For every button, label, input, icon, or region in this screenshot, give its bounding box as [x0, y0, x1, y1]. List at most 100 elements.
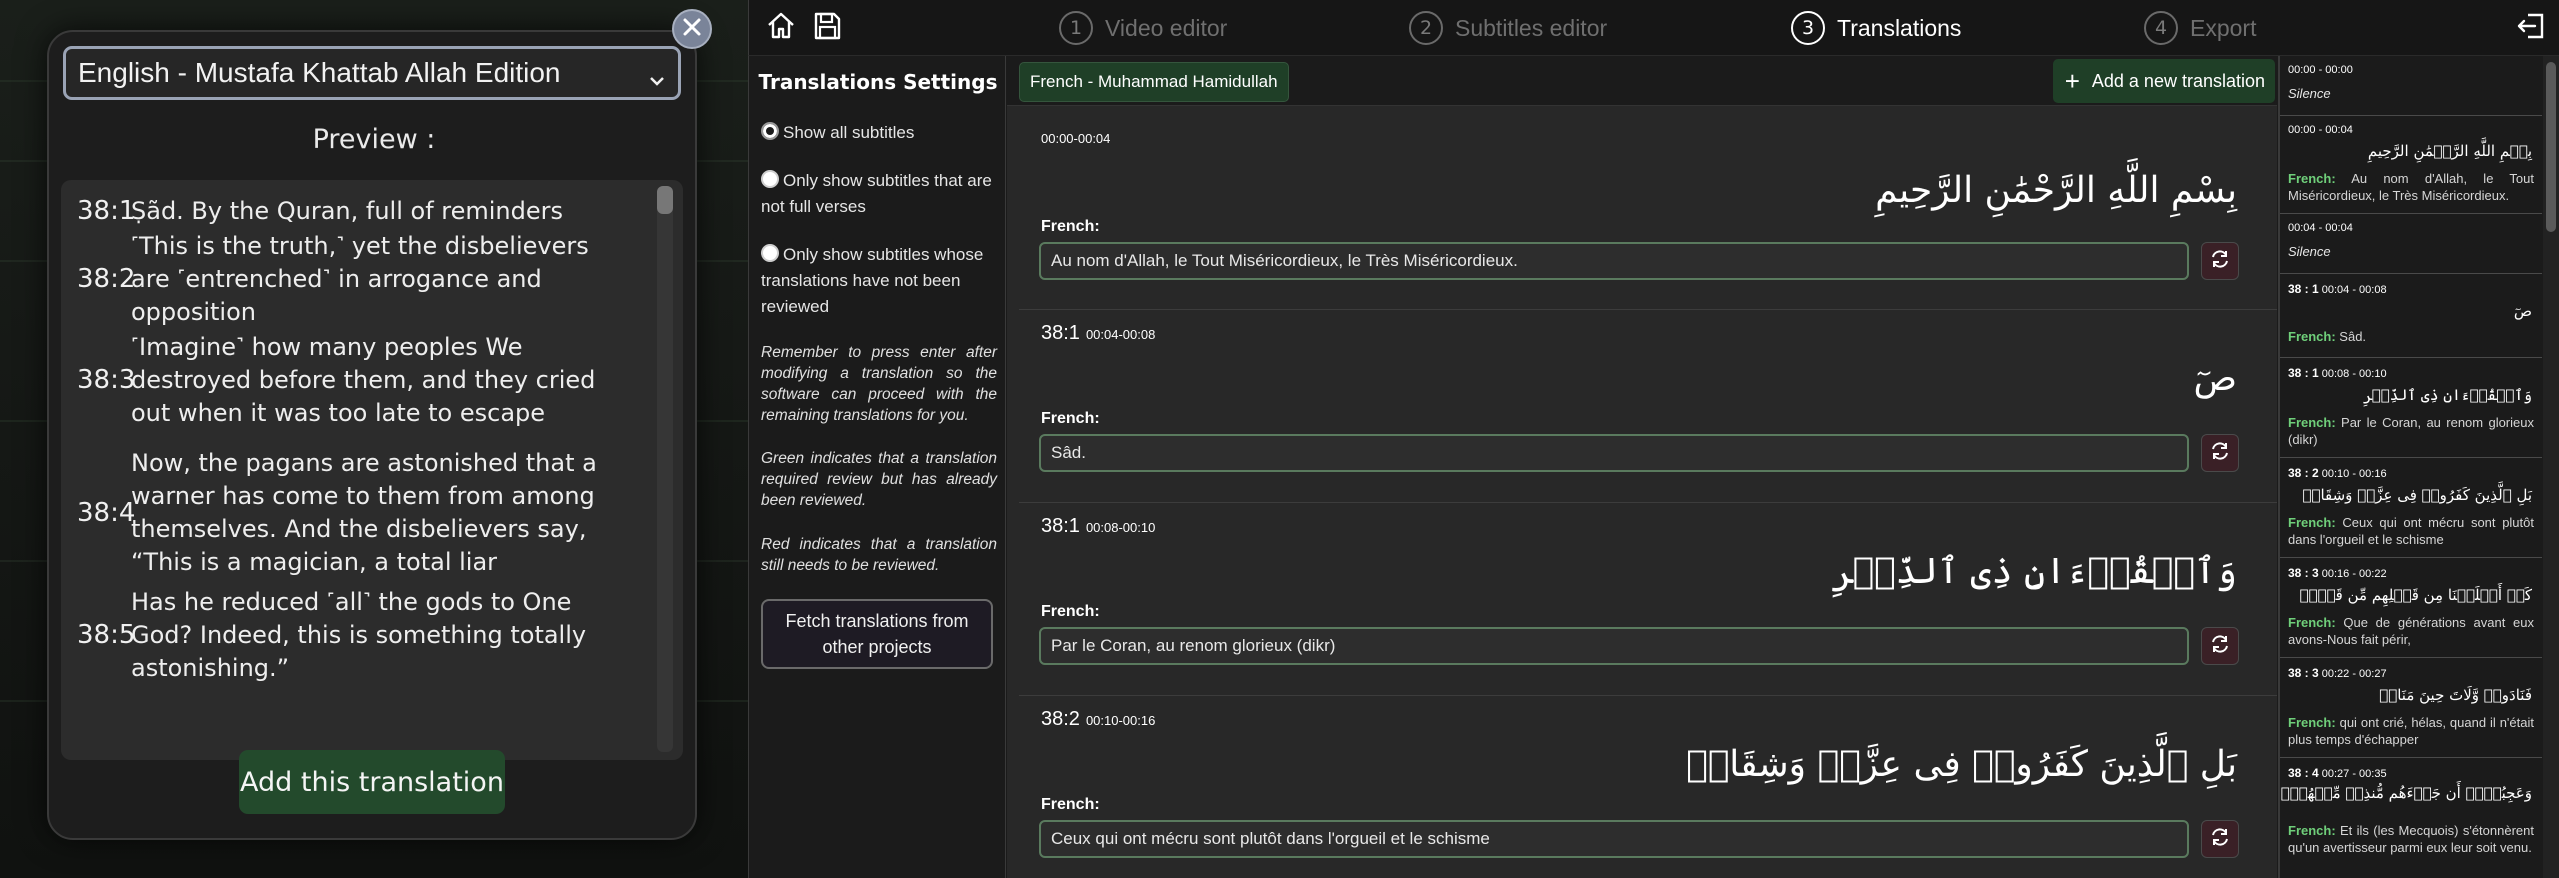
- arabic-text: بِسْمِ اللَّهِ الرَّحْمَٰنِ الرَّحِيمِ: [1875, 170, 2237, 211]
- list-item-silence: Silence: [2288, 86, 2331, 101]
- exit-icon: [2515, 10, 2547, 46]
- translation-tab-bar: French - Muhammad Hamidullah + Add a new…: [1007, 56, 2277, 106]
- refresh-icon: [2209, 248, 2231, 274]
- reset-translation-button[interactable]: [2201, 627, 2239, 665]
- preview-ref: 38:5: [77, 620, 136, 650]
- step-subtitles-editor[interactable]: 2 Subtitles editor: [1409, 8, 1607, 48]
- preview-text: Has he reduced ˹all˺ the gods to One God…: [131, 587, 587, 682]
- list-item-translation: French: Par le Coran, au renom glorieux …: [2288, 415, 2534, 447]
- translation-input[interactable]: Par le Coran, au renom glorieux (dikr): [1039, 627, 2189, 665]
- radio-icon[interactable]: [761, 170, 779, 188]
- reset-translation-button[interactable]: [2201, 820, 2239, 858]
- french-label: French:: [1041, 603, 1100, 620]
- reset-translation-button[interactable]: [2201, 242, 2239, 280]
- list-item[interactable]: 38 : 1 00:04 - 00:08 صٓ French: Sâd.: [2280, 274, 2542, 358]
- arabic-text: وَٱلۡقُرۡءَانِ ذِی ٱلذِّكۡرِ: [1831, 551, 2237, 592]
- home-icon: [765, 10, 797, 46]
- card-header: 38:2 00:10-00:16: [1041, 708, 1155, 731]
- list-item-time: 38 : 3 00:16 - 00:22: [2288, 566, 2387, 580]
- list-item-arabic: بَلِ ٱلَّذِینَ كَفَرُوا۟ فِی عِزَّةࣲ وَش…: [2302, 486, 2532, 504]
- list-item-translation: French: qui ont crié, hélas, quand il n'…: [2288, 715, 2534, 747]
- preview-scrollbar-thumb[interactable]: [657, 186, 673, 214]
- preview-text: Ṣãd. By the Quran, full of reminders: [131, 196, 564, 225]
- step-export[interactable]: 4 Export: [2144, 8, 2256, 48]
- list-item-time: 00:00 - 00:04: [2288, 124, 2353, 136]
- step-number: 1: [1059, 11, 1093, 45]
- radio-icon[interactable]: [761, 244, 779, 262]
- subtitles-list-panel: 00:00 - 00:00 Silence 00:00 - 00:04 بِسۡ…: [2278, 56, 2559, 878]
- list-item-arabic: فَنَادَوا۟ وَّلَاتَ حِینَ مَنَاصࣲ: [2379, 686, 2532, 704]
- reset-translation-button[interactable]: [2201, 434, 2239, 472]
- subtitle-card: 38:2 00:10-00:16 بَلِ ٱلَّذِینَ كَفَرُوا۟…: [1019, 696, 2277, 878]
- settings-title: Translations Settings: [758, 70, 998, 94]
- card-ref: 38:2: [1041, 708, 1080, 730]
- preview-text: ˹Imagine˺ how many peoples We destroyed …: [131, 332, 596, 427]
- subtitle-card: 38:1 00:08-00:10 وَٱلۡقُرۡءَانِ ذِی ٱلذِّ…: [1019, 503, 2277, 696]
- step-label: Video editor: [1105, 14, 1228, 41]
- preview-text: ˹This is the truth,˺ yet the disbeliever…: [131, 231, 589, 326]
- add-new-translation-button[interactable]: + Add a new translation: [2052, 59, 2275, 103]
- note-red: Red indicates that a translation still n…: [761, 536, 997, 574]
- home-button[interactable]: [761, 8, 801, 48]
- list-item[interactable]: 00:00 - 00:04 بِسۡمِ اللَّهِ الرَّحۡمَٰن…: [2280, 116, 2542, 214]
- list-item-time: 38 : 1 00:08 - 00:10: [2288, 366, 2387, 380]
- list-item-time: 00:00 - 00:00: [2288, 64, 2353, 76]
- card-header: 00:00-00:04: [1041, 130, 1110, 148]
- list-item-time: 38 : 1 00:04 - 00:08: [2288, 282, 2387, 296]
- list-item[interactable]: 38 : 1 00:08 - 00:10 وَٱلۡقُرۡءَانِ ذِی …: [2280, 358, 2542, 458]
- refresh-icon: [2209, 440, 2231, 466]
- list-item-translation: French: Et ils (les Mecquois) s'étonnère…: [2288, 823, 2534, 855]
- preview-scrollbar[interactable]: [657, 186, 673, 752]
- arabic-text: صٓ: [2193, 358, 2237, 399]
- add-this-translation-button[interactable]: Add this translation: [239, 750, 505, 814]
- translation-input[interactable]: Au nom d'Allah, le Tout Miséricordieux, …: [1039, 242, 2189, 280]
- list-item-translation: French: Ceux qui ont mécru sont plutôt d…: [2288, 515, 2534, 547]
- list-item-translation: French: Au nom d'Allah, le Tout Misérico…: [2288, 171, 2534, 203]
- list-item-time: 38 : 3 00:22 - 00:27: [2288, 666, 2387, 680]
- translation-input[interactable]: Sâd.: [1039, 434, 2189, 472]
- step-translations[interactable]: 3 Translations: [1791, 8, 1961, 48]
- subtitle-card: 00:00-00:04 بِسْمِ اللَّهِ الرَّحْمَٰنِ …: [1019, 118, 2277, 310]
- step-video-editor[interactable]: 1 Video editor: [1059, 8, 1227, 48]
- list-item[interactable]: 38 : 3 00:16 - 00:22 كَمۡ أَهۡلَكۡنَا مِ…: [2280, 558, 2542, 658]
- list-item[interactable]: 38 : 4 00:27 - 00:35 وَعَجِبُوۤا۟ أَن جَ…: [2280, 758, 2542, 878]
- radio-checked-icon[interactable]: [761, 122, 779, 140]
- exit-button[interactable]: [2511, 8, 2551, 48]
- option-not-full-verses[interactable]: Only show subtitles that are not full ve…: [761, 168, 997, 220]
- card-ref: 38:1: [1041, 322, 1080, 344]
- card-time: 00:04-00:08: [1085, 327, 1156, 342]
- preview-item: 38:4 Now, the pagans are astonished that…: [61, 445, 651, 580]
- preview-text: Now, the pagans are astonished that a wa…: [131, 448, 597, 576]
- option-show-all[interactable]: Show all subtitles: [761, 120, 997, 146]
- list-item[interactable]: 00:04 - 00:04 Silence: [2280, 214, 2542, 274]
- translation-input[interactable]: Ceux qui ont mécru sont plutôt dans l'or…: [1039, 820, 2189, 858]
- preview-ref: 38:1: [77, 196, 136, 226]
- option-not-reviewed[interactable]: Only show subtitles whose translations h…: [761, 242, 997, 320]
- fetch-translations-button[interactable]: Fetch translations from other projects: [761, 599, 993, 669]
- close-button[interactable]: [672, 9, 712, 49]
- arabic-text: بَلِ ٱلَّذِینَ كَفَرُوا۟ فِی عِزَّةࣲ وَش…: [1686, 744, 2237, 785]
- preview-ref: 38:4: [77, 497, 136, 528]
- list-item[interactable]: 38 : 2 00:10 - 00:16 بَلِ ٱلَّذِینَ كَفَ…: [2280, 458, 2542, 558]
- save-button[interactable]: [807, 8, 847, 48]
- list-item[interactable]: 00:00 - 00:00 Silence: [2280, 56, 2542, 116]
- list-item-arabic: وَٱلۡقُرۡءَانِ ذِی ٱلذِّكۡرِ: [2362, 386, 2532, 404]
- card-time: 00:08-00:10: [1085, 520, 1156, 535]
- plus-icon: +: [2064, 65, 2080, 96]
- list-item[interactable]: 38 : 3 00:22 - 00:27 فَنَادَوا۟ وَّلَاتَ…: [2280, 658, 2542, 758]
- card-header: 38:1 00:08-00:10: [1041, 515, 1155, 538]
- preview-item: 38:2 ˹This is the truth,˺ yet the disbel…: [61, 232, 651, 326]
- translations-editor: French - Muhammad Hamidullah + Add a new…: [1007, 56, 2277, 878]
- list-item-arabic: وَعَجِبُوۤا۟ أَن جَاۤءَهُم مُّنذِرࣱ مِّن…: [2280, 784, 2532, 802]
- card-time: 00:00-00:04: [1041, 131, 1111, 146]
- tab-french-hamidullah[interactable]: French - Muhammad Hamidullah: [1019, 62, 1289, 102]
- list-item-time: 00:04 - 00:04: [2288, 222, 2353, 234]
- list-item-arabic: صٓ: [2513, 302, 2532, 320]
- translation-select[interactable]: English - Mustafa Khattab Allah Edition: [63, 46, 681, 100]
- step-number: 4: [2144, 11, 2178, 45]
- preview-list: 38:1 Ṣãd. By the Quran, full of reminder…: [61, 180, 683, 760]
- step-label: Export: [2190, 14, 2257, 41]
- list-scrollbar[interactable]: [2543, 56, 2559, 878]
- add-new-label: Add a new translation: [2091, 70, 2265, 91]
- list-scrollbar-thumb[interactable]: [2546, 62, 2556, 232]
